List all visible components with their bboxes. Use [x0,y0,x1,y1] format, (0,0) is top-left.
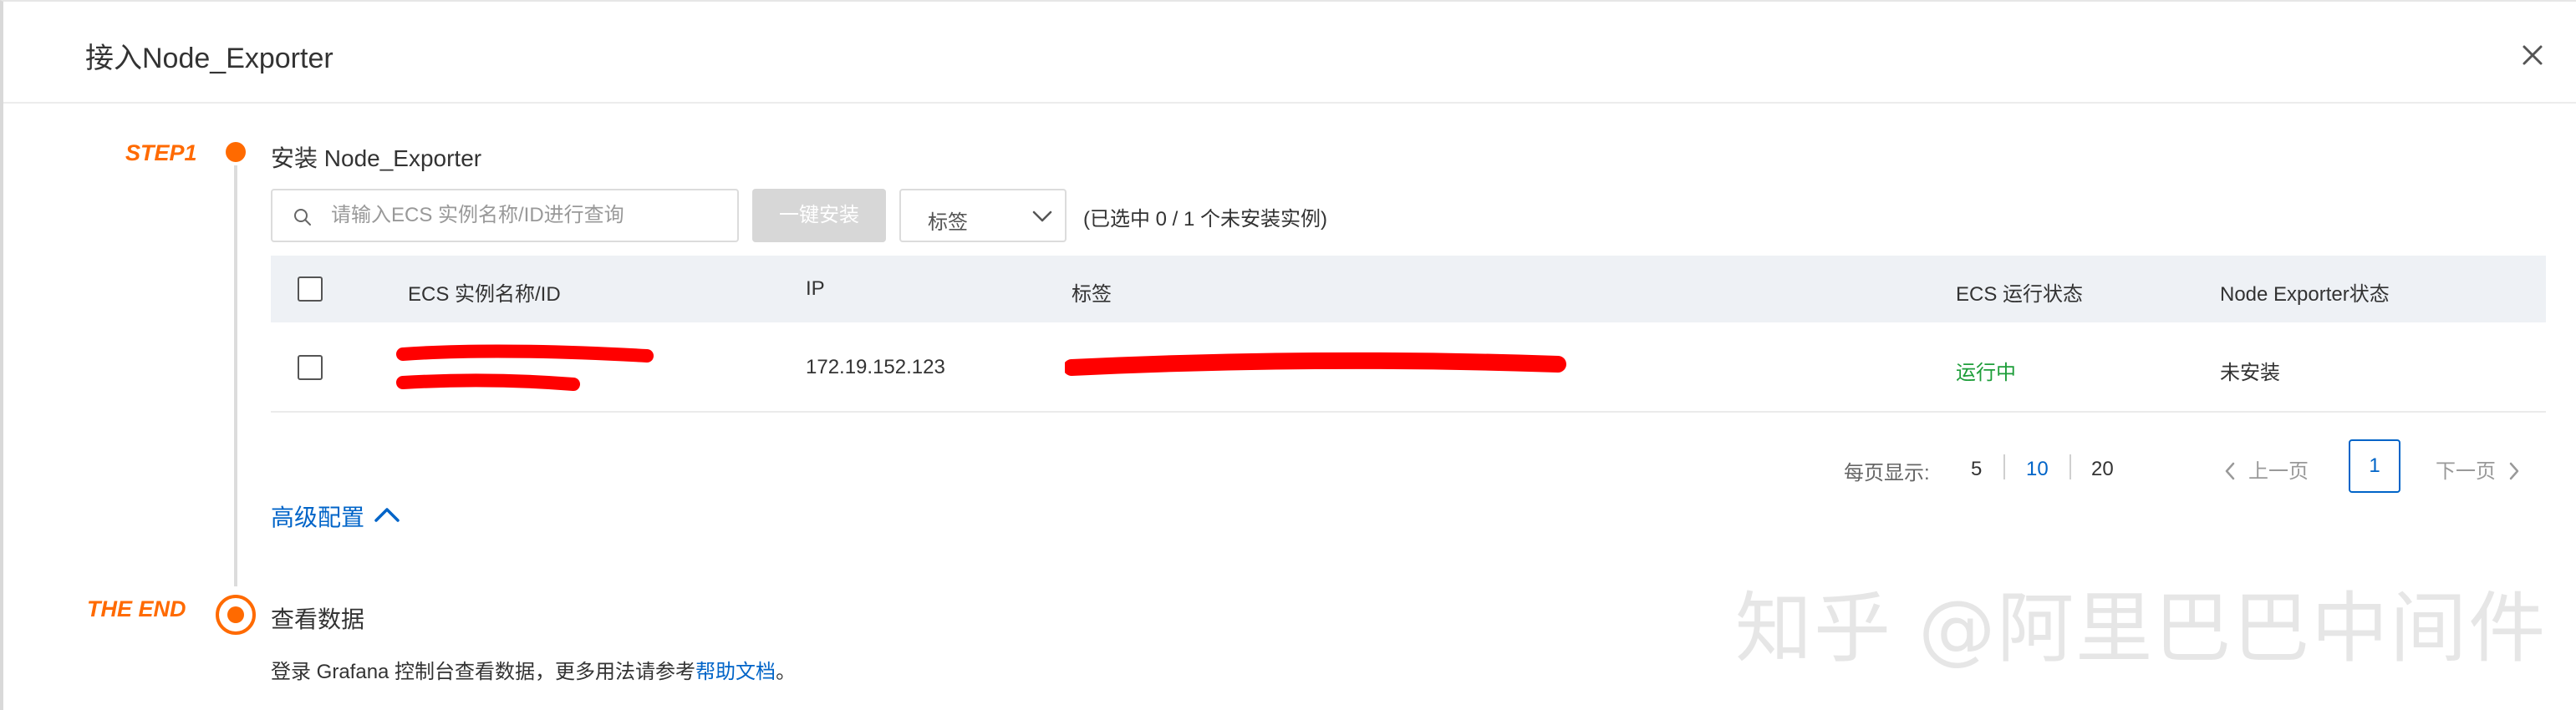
page-size-divider [2069,454,2071,479]
end-title: 查看数据 [271,606,365,632]
column-header-tags: 标签 [1072,283,1112,306]
table-row: 172.19.152.123 运行中 未安装 [271,322,2546,413]
end-step-indicator [216,595,256,635]
search-box [271,189,739,242]
select-all-checkbox[interactable] [298,276,323,302]
advanced-config-toggle[interactable]: 高级配置 [271,500,400,533]
end-description-suffix: 。 [776,661,797,683]
end-description: 登录 Grafana 控制台查看数据，更多用法请参考帮助文档。 [271,655,796,684]
column-header-name: ECS 实例名称/ID [408,283,561,306]
step1-dot [226,142,246,162]
page-size-10[interactable]: 10 [2026,458,2049,481]
close-icon [2523,45,2543,65]
one-click-install-button[interactable]: 一键安装 [752,189,886,242]
page-size-5[interactable]: 5 [1971,458,1982,481]
search-icon [294,209,311,226]
redacted-instance-name [396,344,654,391]
chevron-down-icon [1032,210,1052,222]
row-exporter-status: 未安装 [2220,362,2280,384]
step1-label: STEP1 [125,140,197,165]
page-size-label: 每页显示: [1844,462,1930,484]
row-ecs-status: 运行中 [1956,362,2016,384]
watermark: 知乎 @阿里巴巴中间件 [1735,584,2548,673]
page-size-20[interactable]: 20 [2091,458,2114,481]
chevron-left-icon [2225,462,2235,480]
column-header-ip: IP [806,277,825,300]
step1-title: 安装 Node_Exporter [271,145,482,171]
close-button[interactable] [2517,40,2548,70]
chevron-up-icon [374,508,400,522]
end-description-text: 登录 Grafana 控制台查看数据，更多用法请参考 [271,661,696,683]
prev-page-label: 上一页 [2248,460,2309,483]
redacted-tags [1065,352,1566,376]
selection-status: (已选中 0 / 1 个未安装实例) [1083,208,1328,231]
end-label: THE END [87,596,186,621]
dialog-header: 接入Node_Exporter [3,2,2576,104]
dialog-title: 接入Node_Exporter [85,43,333,74]
next-page-label: 下一页 [2436,460,2496,483]
table-header: ECS 实例名称/ID IP 标签 ECS 运行状态 Node Exporter… [271,256,2546,322]
help-doc-link[interactable]: 帮助文档 [695,661,776,683]
tag-select[interactable]: 标签 [899,189,1067,242]
chevron-right-icon [2509,462,2519,480]
step-connector-line [234,165,237,586]
row-checkbox[interactable] [298,355,323,380]
advanced-config-label: 高级配置 [271,505,365,530]
tag-select-label: 标签 [928,211,968,234]
page-size-divider [2003,454,2005,479]
column-header-exporter-status: Node Exporter状态 [2220,283,2390,306]
column-header-ecs-status: ECS 运行状态 [1956,283,2084,306]
next-page-button[interactable]: 下一页 [2436,454,2521,484]
current-page-button[interactable]: 1 [2349,439,2400,493]
prev-page-button[interactable]: 上一页 [2223,454,2309,484]
dialog: 接入Node_Exporter STEP1 安装 Node_Exporter 一… [0,0,2576,710]
row-ip: 172.19.152.123 [806,356,945,378]
search-input[interactable] [331,199,724,232]
